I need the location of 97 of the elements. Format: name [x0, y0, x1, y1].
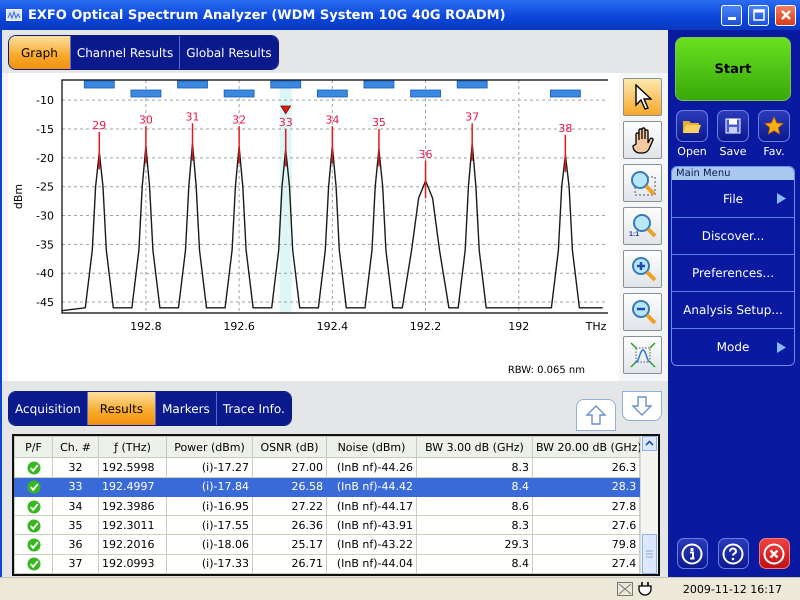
- x-tick-label: 192.6: [223, 320, 255, 333]
- table-cell: 27.4: [532, 554, 640, 574]
- channel-label: 36: [418, 148, 433, 161]
- table-cell: 192.3986: [98, 496, 166, 516]
- channel-label: 34: [325, 113, 340, 126]
- table-cell: 36: [52, 534, 98, 554]
- table-cell: (i)-17.55: [166, 516, 252, 535]
- x-axis-label: THz: [586, 320, 606, 333]
- table-row[interactable]: 36 192.2016 (i)-18.06 25.17 (InB nf)-43.22 29.3 79.8: [14, 534, 640, 554]
- table-cell: (InB nf)-44.42: [326, 477, 416, 496]
- table-cell: 33: [52, 477, 98, 496]
- table-cell: (i)-17.33: [166, 554, 252, 574]
- status-datetime: 2009-11-12 16:17: [682, 582, 782, 596]
- window-title: EXFO Optical Spectrum Analyzer (WDM System 10G 40G ROADM): [28, 8, 507, 22]
- table-cell: 8.3: [416, 458, 532, 478]
- table-cell: 25.17: [252, 534, 326, 554]
- table-cell: 8.6: [416, 496, 532, 516]
- action-label: Save: [719, 145, 746, 158]
- x-tick-label: 192: [508, 320, 530, 333]
- table-row[interactable]: 32 192.5998 (i)-17.27 27.00 (InB nf)-44.26 8.3 26.3: [14, 458, 640, 478]
- channel-label: 38: [558, 122, 572, 135]
- table-cell: 192.2016: [98, 534, 166, 554]
- table-cell: 32: [52, 458, 98, 478]
- table-row[interactable]: 33 192.4997 (i)-17.84 26.58 (InB nf)-44.42 8.4 28.3: [14, 477, 640, 496]
- table-cell: (i)-17.27: [166, 458, 252, 478]
- column-header: P/F: [14, 436, 52, 458]
- table-cell: 192.4997: [98, 477, 166, 496]
- table-cell: (InB nf)-44.04: [326, 554, 416, 574]
- channel-label: 33: [278, 116, 293, 130]
- table-cell: (i)-17.84: [166, 477, 252, 496]
- rbw-label: RBW: 0.065 nm: [508, 365, 585, 376]
- x-tick-label: 192.8: [130, 320, 162, 333]
- menu-item[interactable]: Mode: [672, 328, 794, 365]
- table-cell: 26.58: [252, 477, 326, 496]
- table-cell: 192.0993: [98, 554, 166, 574]
- x-tick-label: 192.4: [316, 320, 348, 333]
- start-button[interactable]: Start: [675, 37, 791, 101]
- column-header: BW 3.00 dB (GHz): [416, 436, 532, 458]
- table-cell: 8.3: [416, 516, 532, 535]
- table-cell: 34: [52, 496, 98, 516]
- column-header: Power (dBm): [166, 436, 252, 458]
- table-cell: 27.22: [252, 496, 326, 516]
- panel-tab[interactable]: Trace Info.: [216, 392, 291, 425]
- action-label: Fav.: [763, 145, 785, 158]
- table-cell: 8.4: [416, 554, 532, 574]
- panel-tab[interactable]: Results: [88, 392, 156, 425]
- table-cell: 29.3: [416, 534, 532, 554]
- table-row[interactable]: 37 192.0993 (i)-17.33 26.71 (InB nf)-44.04 8.4 27.4: [14, 554, 640, 574]
- column-header: ƒ (THz): [98, 436, 166, 458]
- table-cell: 192.5998: [98, 458, 166, 478]
- table-cell: 8.4: [416, 477, 532, 496]
- y-tick-label: -45: [36, 296, 54, 310]
- table-row[interactable]: 34 192.3986 (i)-16.95 27.22 (InB nf)-44.17 8.6 27.8: [14, 496, 640, 516]
- view-tab[interactable]: Graph: [9, 36, 71, 69]
- y-tick-label: -10: [36, 94, 54, 108]
- table-cell: 27.6: [532, 516, 640, 535]
- column-header: BW 20.00 dB (GHz): [532, 436, 640, 458]
- table-cell: 27.00: [252, 458, 326, 478]
- y-tick-label: -30: [36, 210, 54, 223]
- table-cell: 27.8: [532, 496, 640, 516]
- action-label: Open: [677, 145, 707, 158]
- y-tick-label: -35: [36, 238, 54, 252]
- table-cell: (i)-18.06: [166, 534, 252, 554]
- y-tick-label: -40: [36, 267, 54, 280]
- table-cell: 28.3: [532, 477, 640, 496]
- table-cell: (InB nf)-44.26: [326, 458, 416, 478]
- channel-label: 35: [372, 116, 386, 130]
- panel-tab[interactable]: Markers: [156, 392, 217, 425]
- channel-label: 31: [186, 110, 200, 124]
- y-tick-label: -20: [36, 152, 54, 165]
- view-tab[interactable]: Global Results: [180, 36, 278, 69]
- table-cell: 79.8: [532, 534, 640, 554]
- table-cell: (InB nf)-44.17: [326, 496, 416, 516]
- view-tab[interactable]: Channel Results: [70, 36, 180, 69]
- table-cell: 35: [52, 516, 98, 535]
- table-row[interactable]: 35 192.3011 (i)-17.55 26.36 (InB nf)-43.91 8.3 27.6: [14, 516, 640, 535]
- table-cell: 26.36: [252, 516, 326, 535]
- x-tick-label: 192.2: [410, 320, 442, 333]
- channel-label: 32: [232, 113, 246, 126]
- y-tick-label: -25: [36, 180, 54, 194]
- y-axis-label: dBm: [12, 184, 25, 210]
- y-tick-label: -15: [36, 123, 54, 136]
- table-cell: 37: [52, 554, 98, 574]
- channel-label: 37: [465, 110, 480, 124]
- table-cell: (InB nf)-43.91: [326, 516, 416, 535]
- column-header: Noise (dBm): [326, 436, 416, 458]
- channel-label: 29: [92, 119, 106, 132]
- table-cell: (InB nf)-43.22: [326, 534, 416, 554]
- channel-label: 30: [138, 113, 153, 126]
- column-header: OSNR (dB): [252, 436, 326, 458]
- panel-tab[interactable]: Acquisition: [9, 392, 88, 425]
- column-header: Ch. #: [52, 436, 98, 458]
- menu-title: Main Menu: [672, 167, 794, 180]
- table-cell: (i)-16.95: [166, 496, 252, 516]
- table-cell: 26.3: [532, 458, 640, 478]
- table-cell: 192.3011: [98, 516, 166, 535]
- table-cell: 26.71: [252, 554, 326, 574]
